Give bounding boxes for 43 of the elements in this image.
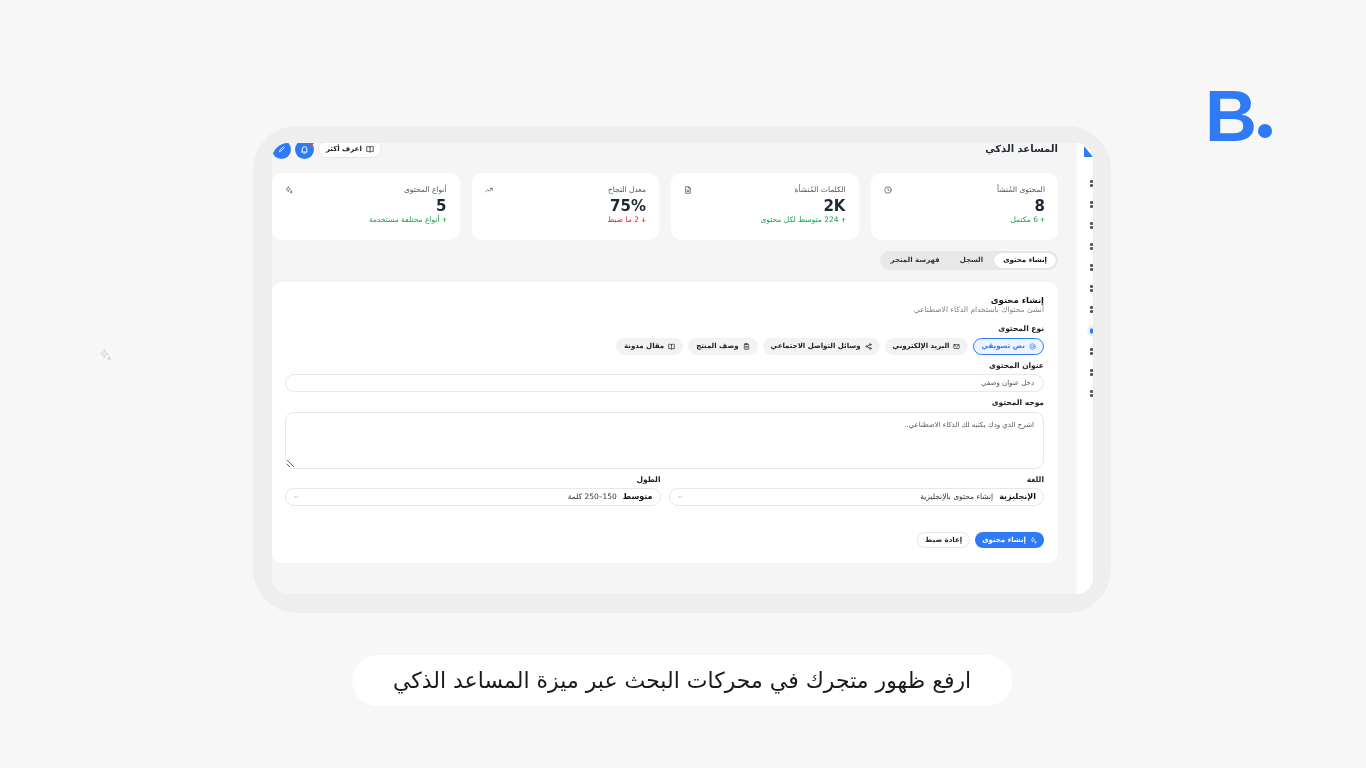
chevron-down-icon <box>293 494 299 500</box>
sidebar-item-icon[interactable] <box>1090 285 1093 292</box>
clock-icon <box>883 186 892 194</box>
pencil-button[interactable] <box>272 143 291 159</box>
target-icon <box>1029 343 1036 350</box>
sidebar-item-icon[interactable] <box>1090 369 1093 376</box>
sidebar-item-icon[interactable] <box>1086 324 1093 337</box>
stat-value: 8 <box>1033 197 1045 215</box>
stat-value: 2K <box>822 197 846 215</box>
arrow-down-icon <box>641 217 646 223</box>
arrow-up-icon <box>840 217 846 223</box>
sidebar-item-icon[interactable] <box>1090 348 1093 355</box>
document-icon <box>684 186 692 194</box>
sidebar-item-icon[interactable] <box>1090 243 1093 250</box>
arrow-up-icon <box>441 217 447 223</box>
sidebar-item-icon[interactable] <box>1090 390 1093 397</box>
sparkle-icon <box>285 186 293 194</box>
logo-text: B <box>1205 80 1257 152</box>
pencil-icon <box>277 145 286 153</box>
sidebar-item-icon[interactable] <box>1090 264 1093 271</box>
logo-icon <box>1084 146 1093 157</box>
bell-icon <box>300 144 309 154</box>
form-title: إنشاء محتوى <box>990 295 1044 305</box>
stat-value: 75% <box>609 197 646 215</box>
page-title: المساعد الذكي <box>985 143 1058 155</box>
sidebar-item-icon[interactable] <box>1090 306 1093 313</box>
sparkle-icon <box>99 348 112 362</box>
sidebar-item-icon[interactable] <box>1090 201 1093 208</box>
trend-line-icon <box>484 186 493 194</box>
sidebar-item-icon[interactable] <box>1090 222 1093 229</box>
book-icon <box>668 343 676 350</box>
caption-text: ارفع ظهور متجرك في محركات البحث عبر ميزة المساعد الذكي <box>352 655 1012 706</box>
stat-value: 5 <box>436 197 447 215</box>
book-icon <box>365 145 374 153</box>
clipboard-icon <box>742 343 750 350</box>
arrow-up-icon <box>1040 217 1045 223</box>
sidebar-item-icon[interactable] <box>1090 180 1093 187</box>
envelope-icon <box>953 343 961 350</box>
chevron-down-icon <box>676 494 683 500</box>
share-icon <box>864 343 872 350</box>
sparkle-icon <box>1030 536 1037 544</box>
logo-dot-icon <box>1258 124 1272 138</box>
notification-button[interactable] <box>295 143 314 159</box>
